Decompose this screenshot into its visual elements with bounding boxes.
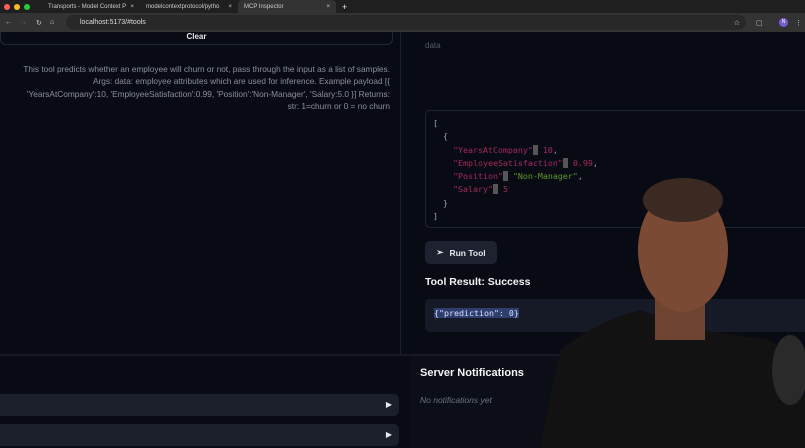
clear-button[interactable]: Clear [0,32,393,45]
bookmark-star-icon[interactable]: ☆ [734,19,740,27]
tool-result-title: Tool Result: Success [425,276,531,288]
home-icon[interactable]: ⌂ [50,19,54,26]
tab-mcp-inspector[interactable]: MCP Inspector × [238,0,336,13]
history-item[interactable]: ▶ [0,394,399,416]
tab-github[interactable]: modelcontextprotocol/pytho × [140,0,238,13]
tab-title: Transports - Model Context P [48,3,127,10]
tab-title: modelcontextprotocol/pytho [146,3,220,10]
new-tab-icon[interactable]: + [342,2,347,12]
close-icon[interactable]: × [326,4,330,10]
browser-tab-bar: Transports - Model Context P × modelconte… [0,0,805,13]
minimize-window-icon[interactable] [14,3,20,10]
tab-title: MCP Inspector [244,3,284,10]
divider [400,32,401,354]
result-text: {"prediction": 0} [434,308,519,318]
expand-arrow-icon[interactable]: ▶ [386,400,392,409]
param-label: data [425,41,441,50]
reload-icon[interactable]: ↻ [36,19,42,27]
extensions-icon[interactable]: ▢ [756,19,763,27]
history-item[interactable]: ▶ [0,424,399,446]
json-key: "YearsAtCompany" [452,144,533,155]
url-input[interactable]: localhost:5173/#tools ☆ [66,15,746,30]
close-icon[interactable]: × [228,4,232,10]
json-key: "Position" [452,171,503,182]
tab-transports[interactable]: Transports - Model Context P × [42,0,140,13]
expand-arrow-icon[interactable]: ▶ [386,430,392,439]
json-value: "Non-Manager" [512,171,578,182]
json-value: 0.99 [572,157,593,168]
json-key: "Salary" [452,184,493,195]
run-tool-button[interactable]: ➢ Run Tool [425,241,497,264]
json-value: 5 [502,184,508,195]
menu-icon[interactable]: ⋮ [795,19,802,27]
url-text: localhost:5173/#tools [80,19,146,26]
close-window-icon[interactable] [4,3,10,10]
json-key: "EmployeeSatisfaction" [452,157,563,168]
notifications-empty: No notifications yet [420,395,492,405]
close-icon[interactable]: × [130,4,134,10]
tool-result: {"prediction": 0} [425,299,805,332]
maximize-window-icon[interactable] [24,3,30,10]
notifications-title: Server Notifications [420,367,524,379]
address-bar: ← → ↻ ⌂ localhost:5173/#tools ☆ ▢ N ⋮ [0,13,805,32]
json-editor[interactable]: [ { "YearsAtCompany": 10, "EmployeeSatis… [425,110,805,228]
forward-icon[interactable]: → [20,19,27,26]
profile-avatar[interactable]: N [779,18,788,27]
send-icon: ➢ [436,247,444,257]
tool-description: This tool predicts whether an employee w… [23,64,390,111]
run-tool-label: Run Tool [449,247,486,258]
json-value: 10 [542,144,553,155]
back-icon[interactable]: ← [5,19,12,26]
